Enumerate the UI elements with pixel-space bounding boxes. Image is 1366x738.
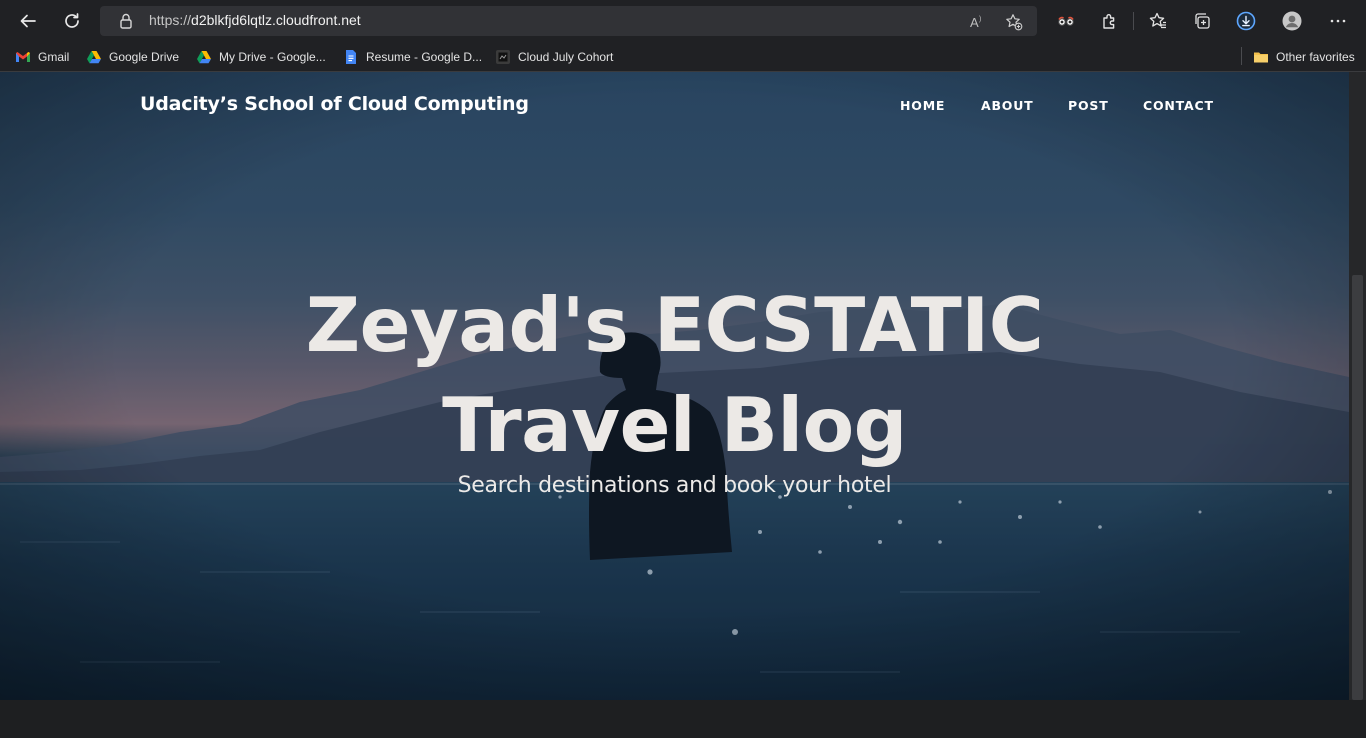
page-viewport: Udacity’s School of Cloud Computing HOME… [0, 72, 1366, 738]
bookmark-cloud-july-cohort[interactable]: Cloud July Cohort [495, 46, 613, 68]
nav-about[interactable]: ABOUT [981, 98, 1034, 113]
bookmark-label: Resume - Google D... [366, 50, 483, 64]
bookmark-label: Gmail [38, 50, 70, 64]
collections-button[interactable] [1187, 6, 1217, 36]
back-arrow-icon [20, 14, 36, 28]
bookmark-google-drive[interactable]: Google Drive [86, 46, 179, 68]
svg-text:): ) [979, 16, 981, 23]
more-icon [1330, 19, 1346, 23]
scrollbar-thumb[interactable] [1352, 275, 1363, 700]
extensions-button[interactable] [1095, 6, 1125, 36]
add-favorite-icon[interactable] [1005, 13, 1023, 31]
bookmarks-bar: Gmail Google Drive My Drive - Google... … [0, 41, 1366, 72]
url-host: d2blkfjd6lqtlz.cloudfront.net [191, 12, 361, 28]
google-drive-icon [197, 51, 211, 64]
google-drive-icon [87, 51, 101, 64]
bookmark-label: Google Drive [109, 50, 180, 64]
svg-text:A: A [970, 15, 979, 30]
profile-icon [1282, 11, 1302, 31]
hero-title: Zeyad's ECSTATIC Travel Blog [200, 275, 1149, 475]
bookmark-resume[interactable]: Resume - Google D... [343, 46, 482, 68]
hero-subtitle: Search destinations and book your hotel [457, 473, 892, 498]
bookmarks-divider [1241, 47, 1242, 65]
nav-contact[interactable]: CONTACT [1143, 98, 1214, 113]
address-bar[interactable]: https://d2blkfjd6lqtlz.cloudfront.net A) [100, 6, 1037, 36]
extension-glasses-button[interactable] [1051, 6, 1081, 36]
lock-icon [120, 13, 132, 29]
menu-button[interactable] [1323, 6, 1353, 36]
download-icon [1236, 11, 1256, 31]
nav-home[interactable]: HOME [900, 98, 945, 113]
read-aloud-icon[interactable]: A) [969, 13, 987, 31]
hero-title-line-1: Zeyad's ECSTATIC [305, 281, 1044, 369]
other-favorites-label: Other favorites [1276, 50, 1355, 64]
bookmark-label: My Drive - Google... [219, 50, 326, 64]
hero-title-line-2: Travel Blog [442, 381, 907, 469]
favorites-icon [1149, 12, 1166, 29]
url-text: https://d2blkfjd6lqtlz.cloudfront.net [149, 12, 361, 28]
browser-toolbar: https://d2blkfjd6lqtlz.cloudfront.net A) [0, 0, 1366, 41]
bookmark-gmail[interactable]: Gmail [15, 46, 69, 68]
other-favorites-folder[interactable]: Other favorites [1253, 46, 1355, 68]
back-button[interactable] [13, 6, 43, 36]
page-below-hero [0, 700, 1366, 738]
downloads-button[interactable] [1231, 6, 1261, 36]
cohort-icon [496, 50, 510, 64]
extension-icon [1058, 16, 1074, 26]
bookmark-label: Cloud July Cohort [518, 50, 614, 64]
toolbar-divider [1133, 12, 1134, 30]
refresh-button[interactable] [57, 6, 87, 36]
google-docs-icon [346, 50, 356, 64]
puzzle-icon [1103, 14, 1115, 29]
site-brand[interactable]: Udacity’s School of Cloud Computing [140, 93, 529, 115]
profile-button[interactable] [1277, 6, 1307, 36]
nav-post[interactable]: POST [1068, 98, 1109, 113]
refresh-icon [65, 13, 79, 28]
collections-icon [1195, 13, 1210, 29]
gmail-icon [16, 52, 30, 62]
hero-section: Udacity’s School of Cloud Computing HOME… [0, 72, 1349, 700]
url-scheme: https:// [149, 12, 192, 28]
favorites-button[interactable] [1143, 6, 1173, 36]
bookmark-my-drive[interactable]: My Drive - Google... [196, 46, 326, 68]
page-scrollbar[interactable] [1349, 72, 1366, 700]
folder-icon [1254, 52, 1268, 63]
